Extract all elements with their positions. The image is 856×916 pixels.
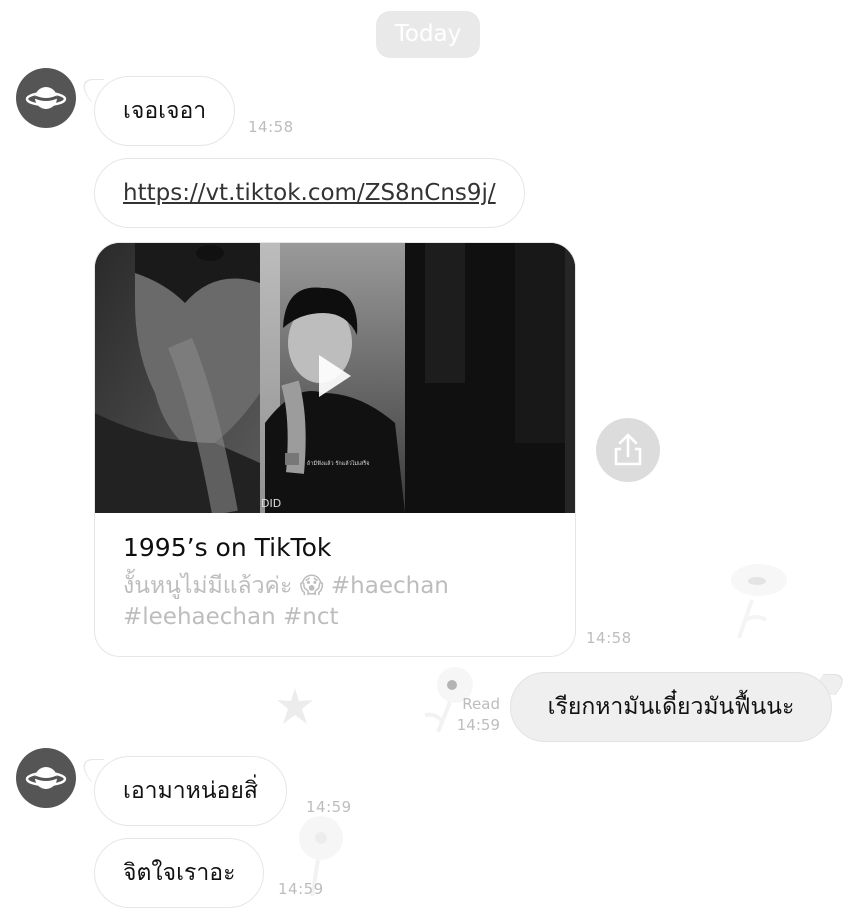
message-bubble[interactable]: เอามาหน่อยสิ่ [94,756,287,826]
message-timestamp: 14:59 [278,880,324,898]
video-caption: ถ้ามีฟังแล้ว รักแล้วไม่เสร็จ [307,459,369,467]
message-link[interactable]: https://vt.tiktok.com/ZS8nCns9j/ [123,180,496,206]
sender-avatar[interactable] [16,68,76,128]
thumbnail-image: ถ้ามีฟังแล้ว รักแล้วไม่เสร็จ DID [95,243,575,516]
message-timestamp: 14:59 [456,716,500,734]
message-timestamp: 14:58 [248,118,294,136]
preview-title: 1995’s on TikTok [123,533,332,562]
planet-avatar-icon [25,87,67,109]
flower-doodle-icon [731,564,787,639]
chat-room: Today เจอเจอา 14:58 https://vt.tiktok.co… [0,0,856,916]
video-overlay-label: DID [261,497,281,510]
sender-avatar[interactable] [16,748,76,808]
link-preview-card[interactable]: ถ้ามีฟังแล้ว รักแล้วไม่เสร็จ DID 1995’s … [94,242,576,657]
message-text: เจอเจอา [123,98,207,124]
planet-avatar-icon [25,767,67,789]
message-text: เอามาหน่อยสิ่ [123,778,258,804]
own-message-bubble[interactable]: เรียกหามันเดี๋ยวมันฟื้นนะ [510,672,832,742]
read-receipt: Read 14:59 [436,694,500,736]
share-icon [614,433,642,466]
date-separator: Today [376,11,480,58]
message-timestamp: 14:59 [306,798,352,816]
message-timestamp: 14:58 [586,629,632,647]
message-bubble[interactable]: เจอเจอา [94,76,236,146]
link-message-bubble[interactable]: https://vt.tiktok.com/ZS8nCns9j/ [94,158,525,228]
message-text: เรียกหามันเดี๋ยวมันฟื้นนะ [547,694,795,720]
star-doodle-icon [277,688,313,724]
message-bubble[interactable]: จิตใจเราอะ [94,838,265,908]
message-text: จิตใจเราอะ [123,860,236,886]
share-button[interactable] [596,418,660,482]
preview-description: งั้นหนูไม่มีแล้วค่ะ 😱 #haechan #leehaech… [123,573,449,630]
read-status: Read [462,695,500,713]
video-thumbnail[interactable]: ถ้ามีฟังแล้ว รักแล้วไม่เสร็จ DID [95,243,575,516]
